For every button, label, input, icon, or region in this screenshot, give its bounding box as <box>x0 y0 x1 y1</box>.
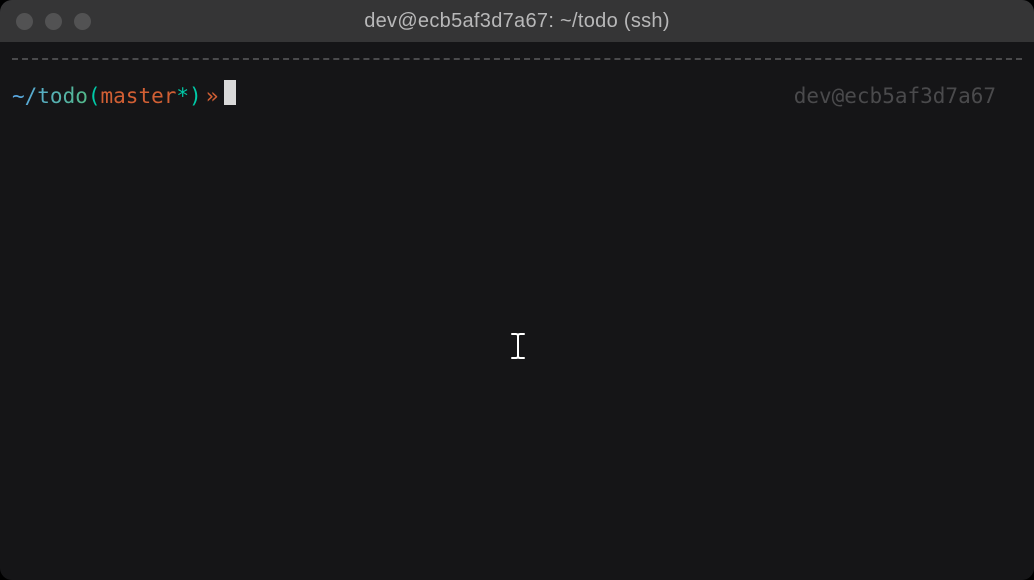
terminal-window: dev@ecb5af3d7a67: ~/todo (ssh) ~/todo(ma… <box>0 0 1034 580</box>
terminal-body[interactable]: ~/todo(master*) » dev@ecb5af3d7a67 <box>0 42 1034 580</box>
prompt-symbol: » <box>206 82 219 111</box>
terminal-cursor <box>224 80 236 105</box>
traffic-lights <box>16 13 91 30</box>
prompt-line: ~/todo(master*) » dev@ecb5af3d7a67 <box>12 78 1022 111</box>
minimize-button[interactable] <box>45 13 62 30</box>
close-button[interactable] <box>16 13 33 30</box>
paren-open: ( <box>88 82 101 111</box>
right-status-user-host: dev@ecb5af3d7a67 <box>794 82 1022 111</box>
titlebar[interactable]: dev@ecb5af3d7a67: ~/todo (ssh) <box>0 0 1034 42</box>
maximize-button[interactable] <box>74 13 91 30</box>
paren-close: ) <box>189 82 202 111</box>
prompt-path: ~/todo <box>12 82 88 111</box>
git-branch: master <box>101 82 177 111</box>
separator-line <box>12 58 1022 60</box>
prompt-left: ~/todo(master*) » <box>12 78 236 111</box>
git-dirty-marker: * <box>176 82 189 111</box>
mouse-text-cursor-icon <box>510 332 526 360</box>
window-title: dev@ecb5af3d7a67: ~/todo (ssh) <box>364 10 670 33</box>
